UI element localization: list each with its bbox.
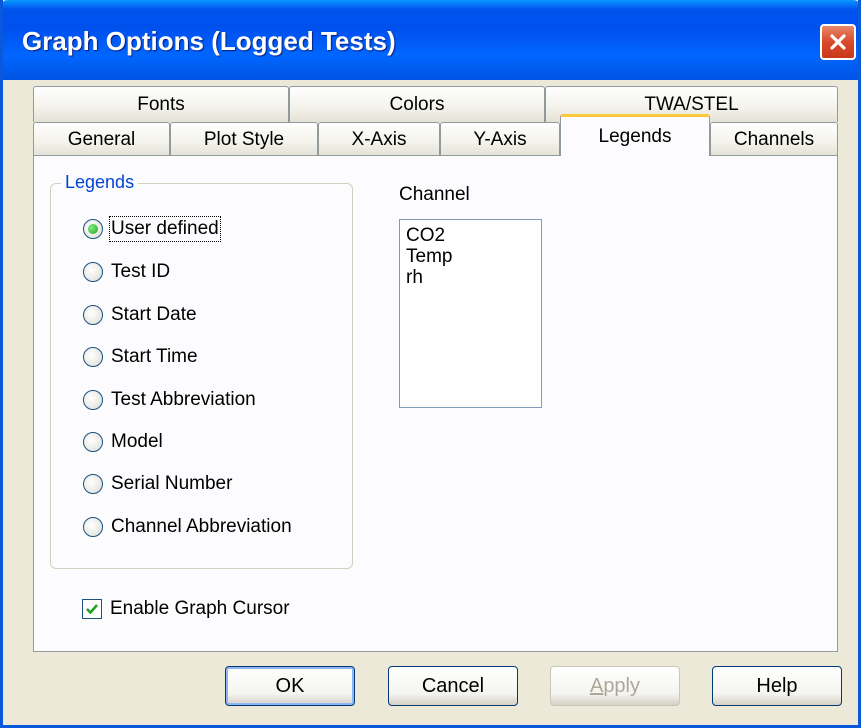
tab-channels[interactable]: Channels [710,122,838,156]
close-button[interactable] [820,24,856,60]
radio-test-id[interactable]: Test ID [83,257,170,287]
tab-general[interactable]: General [33,122,170,156]
tab-label: Channels [733,128,815,150]
tab-plot-style[interactable]: Plot Style [170,122,318,156]
radio-icon[interactable] [83,347,103,367]
enable-graph-cursor-checkbox[interactable]: Enable Graph Cursor [82,594,290,624]
radio-label: User defined [109,216,221,242]
button-label: Apply [589,674,641,697]
radio-test-abbreviation[interactable]: Test Abbreviation [83,385,256,415]
checkbox[interactable] [82,599,102,619]
list-item[interactable]: rh [406,267,535,288]
title-bar[interactable]: Graph Options (Logged Tests) [3,0,858,80]
tab-y-axis[interactable]: Y-Axis [440,122,560,156]
cancel-button[interactable]: Cancel [388,666,518,706]
window-title: Graph Options (Logged Tests) [22,26,396,56]
checkbox-label: Enable Graph Cursor [110,598,290,619]
tab-x-axis[interactable]: X-Axis [318,122,440,156]
tab-label: Fonts [137,93,185,115]
radio-icon[interactable] [83,474,103,494]
tab-label: X-Axis [351,128,407,150]
radio-label: Model [111,431,163,452]
close-icon [830,34,846,50]
radio-start-date[interactable]: Start Date [83,300,197,330]
radio-icon[interactable] [83,517,103,537]
channel-listbox[interactable]: CO2 Temp rh [399,219,542,408]
radio-label: Test Abbreviation [111,389,256,410]
radio-icon[interactable] [83,262,103,282]
button-label: Help [756,674,798,697]
legends-tab-panel: Legends User defined Test ID Start Date … [33,155,838,652]
radio-serial-number[interactable]: Serial Number [83,469,232,499]
tab-colors[interactable]: Colors [289,86,545,122]
list-item[interactable]: Temp [406,246,535,267]
radio-user-defined[interactable]: User defined [83,214,221,244]
tab-label: Plot Style [203,128,285,150]
tab-label: TWA/STEL [644,93,739,115]
apply-button[interactable]: Apply [550,666,680,706]
button-label: Cancel [421,674,485,697]
radio-start-time[interactable]: Start Time [83,342,198,372]
tab-label: Colors [389,93,445,115]
tab-label: General [67,128,136,150]
radio-icon[interactable] [83,390,103,410]
graph-options-dialog: Graph Options (Logged Tests) Fonts Color… [0,0,861,728]
radio-label: Start Date [111,304,197,325]
legends-group-label: Legends [61,172,139,193]
tab-fonts[interactable]: Fonts [33,86,289,122]
tab-label: Legends [598,125,672,147]
radio-label: Test ID [111,261,171,282]
radio-label: Serial Number [111,473,233,494]
legends-groupbox: Legends User defined Test ID Start Date … [50,172,353,569]
button-label: OK [275,674,305,697]
radio-icon[interactable] [83,432,103,452]
radio-icon[interactable] [83,219,103,239]
channel-label: Channel [399,184,470,205]
radio-model[interactable]: Model [83,427,163,457]
radio-label: Channel Abbreviation [111,516,292,537]
list-item[interactable]: CO2 [406,225,535,246]
ok-button[interactable]: OK [225,666,355,706]
tab-legends[interactable]: Legends [560,114,710,156]
checkmark-icon [86,604,98,615]
radio-icon[interactable] [83,305,103,325]
radio-label: Start Time [111,346,198,367]
tab-label: Y-Axis [473,128,527,150]
radio-channel-abbreviation[interactable]: Channel Abbreviation [83,512,292,542]
help-button[interactable]: Help [712,666,842,706]
